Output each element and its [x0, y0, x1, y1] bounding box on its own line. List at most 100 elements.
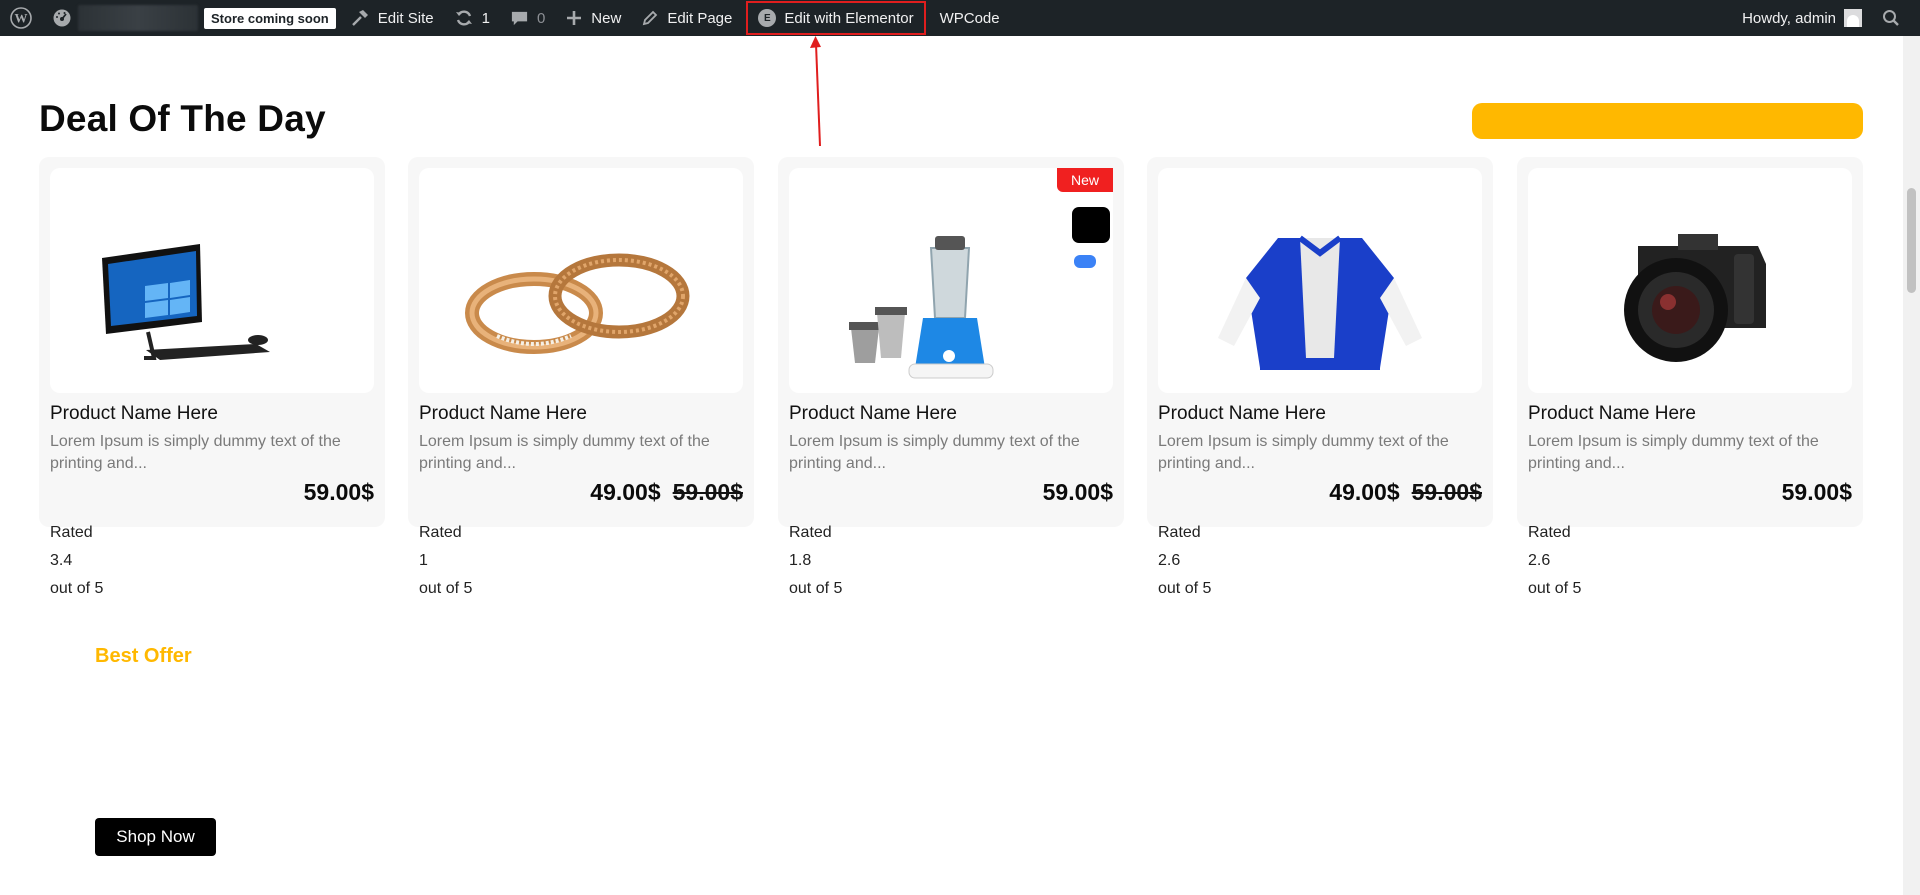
wishlist-button[interactable]: [1072, 207, 1110, 243]
comments-count: 0: [536, 9, 546, 27]
product-image[interactable]: [1528, 168, 1852, 393]
edit-site-button[interactable]: Edit Site: [340, 0, 444, 36]
product-rating: Rated 1 out of 5: [419, 519, 472, 603]
product-description: Lorem Ipsum is simply dummy text of the …: [789, 433, 1080, 472]
product-description: Lorem Ipsum is simply dummy text of the …: [1528, 433, 1819, 472]
rating-out-of: out of 5: [1158, 580, 1212, 597]
rating-out-of: out of 5: [50, 580, 104, 597]
section-title: Deal Of The Day: [39, 98, 326, 139]
rating-out-of: out of 5: [789, 580, 843, 597]
rated-label: Rated: [1528, 524, 1571, 541]
product-price: 59.00$: [1042, 479, 1113, 505]
wpcode-label: WPCode: [939, 9, 1000, 27]
all-in-one-computer-icon: [102, 244, 270, 360]
product-prices: 49.00$ 59.00$: [590, 479, 743, 506]
product-price: 49.00$: [590, 479, 661, 505]
updates-button[interactable]: 1: [444, 0, 500, 36]
howdy-label: Howdy, admin: [1742, 9, 1836, 27]
scrollbar-thumb[interactable]: [1907, 188, 1916, 293]
rated-label: Rated: [50, 524, 93, 541]
product-card[interactable]: Product Name Here Lorem Ipsum is simply …: [1147, 157, 1493, 527]
rated-label: Rated: [419, 524, 462, 541]
elementor-icon: E: [758, 9, 777, 27]
product-name[interactable]: Product Name Here: [419, 403, 587, 425]
rating-value: 2.6: [1158, 552, 1181, 569]
varsity-jacket-icon: [1218, 235, 1422, 370]
product-name[interactable]: Product Name Here: [1528, 403, 1696, 425]
rating-value: 2.6: [1528, 552, 1551, 569]
product-rating: Rated 2.6 out of 5: [1158, 519, 1211, 603]
store-coming-soon-badge[interactable]: Store coming soon: [204, 7, 336, 29]
wpcode-button[interactable]: WPCode: [930, 0, 1010, 36]
product-old-price: 59.00$: [672, 479, 743, 505]
new-content-label: New: [591, 9, 622, 27]
product-prices: 59.00$: [1043, 479, 1113, 506]
my-account-button[interactable]: Howdy, admin: [1732, 0, 1872, 36]
product-rating: Rated 2.6 out of 5: [1528, 519, 1581, 603]
product-description: Lorem Ipsum is simply dummy text of the …: [50, 433, 341, 472]
product-price: 49.00$: [1329, 479, 1400, 505]
product-price: 59.00$: [1781, 479, 1852, 505]
comment-bubble-icon: [510, 9, 529, 28]
avatar: [1844, 9, 1862, 27]
dashboard-button[interactable]: [42, 0, 74, 36]
rating-out-of: out of 5: [1528, 580, 1582, 597]
new-badge: New: [1056, 168, 1113, 192]
page-scrollbar[interactable]: [1903, 36, 1920, 895]
hammer-icon: [350, 8, 370, 28]
edit-page-label: Edit Page: [667, 9, 733, 27]
product-name[interactable]: Product Name Here: [1158, 403, 1326, 425]
svg-text:W: W: [15, 11, 28, 26]
wp-admin-bar: W Store coming soon Edit Site 1 0 New Ed…: [0, 0, 1920, 36]
product-image[interactable]: [50, 168, 374, 393]
product-image[interactable]: [1158, 168, 1482, 393]
plus-icon: [565, 9, 583, 27]
product-image[interactable]: [419, 168, 743, 393]
product-old-price: 59.00$: [1411, 479, 1482, 505]
product-grid: Product Name Here Lorem Ipsum is simply …: [39, 157, 1863, 597]
camera-icon: [1624, 234, 1766, 362]
edit-site-label: Edit Site: [377, 9, 434, 27]
best-offer-heading: Best Offer: [95, 645, 192, 667]
search-button[interactable]: [1872, 0, 1920, 36]
wordpress-icon: W: [10, 7, 32, 29]
admin-bar-secondary: Howdy, admin: [1732, 0, 1920, 36]
annotation-arrow: [810, 36, 821, 147]
rated-label: Rated: [789, 524, 832, 541]
product-card[interactable]: New Product Name Here Lorem Ipsum is sim…: [778, 157, 1124, 527]
rating-value: 1.8: [789, 552, 812, 569]
pencil-icon: [641, 9, 659, 27]
rating-value: 1: [419, 552, 428, 569]
dashboard-gauge-icon: [53, 9, 71, 27]
new-content-button[interactable]: New: [555, 0, 631, 36]
product-price: 59.00$: [303, 479, 374, 505]
updates-refresh-icon: [454, 8, 474, 28]
mixer-grinder-icon: [849, 236, 994, 379]
section-yellow-bar[interactable]: [1472, 103, 1863, 139]
product-name[interactable]: Product Name Here: [789, 403, 957, 425]
site-name-blurred[interactable]: [78, 5, 198, 31]
compare-button[interactable]: [1074, 255, 1096, 268]
rated-label: Rated: [1158, 524, 1201, 541]
comments-button[interactable]: 0: [500, 0, 555, 36]
edit-with-elementor-label: Edit with Elementor: [784, 9, 914, 27]
updates-count: 1: [481, 9, 490, 27]
edit-page-button[interactable]: Edit Page: [631, 0, 742, 36]
product-card[interactable]: Product Name Here Lorem Ipsum is simply …: [408, 157, 754, 527]
shop-now-button[interactable]: Shop Now: [95, 818, 216, 856]
product-description: Lorem Ipsum is simply dummy text of the …: [1158, 433, 1449, 472]
product-prices: 59.00$: [1782, 479, 1852, 506]
search-icon: [1883, 10, 1899, 26]
edit-with-elementor-button[interactable]: E Edit with Elementor: [746, 1, 926, 35]
rating-value: 3.4: [50, 552, 73, 569]
product-image[interactable]: [789, 168, 1113, 393]
product-name[interactable]: Product Name Here: [50, 403, 218, 425]
product-card[interactable]: Product Name Here Lorem Ipsum is simply …: [1517, 157, 1863, 527]
product-description: Lorem Ipsum is simply dummy text of the …: [419, 433, 710, 472]
product-rating: Rated 3.4 out of 5: [50, 519, 103, 603]
product-rating: Rated 1.8 out of 5: [789, 519, 842, 603]
rating-out-of: out of 5: [419, 580, 473, 597]
product-prices: 49.00$ 59.00$: [1329, 479, 1482, 506]
wordpress-logo-button[interactable]: W: [0, 0, 42, 36]
product-card[interactable]: Product Name Here Lorem Ipsum is simply …: [39, 157, 385, 527]
